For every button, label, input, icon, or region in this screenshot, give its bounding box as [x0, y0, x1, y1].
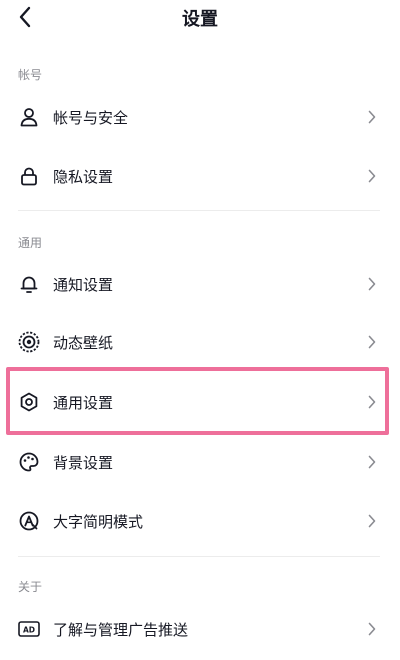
chevron-right-icon — [366, 454, 378, 470]
settings-item-live-wallpaper[interactable]: 动态壁纸 — [0, 313, 400, 371]
chevron-right-icon — [366, 394, 378, 410]
settings-item-label: 通知设置 — [53, 275, 114, 294]
chevron-right-icon — [366, 513, 378, 529]
settings-item-privacy[interactable]: 隐私设置 — [0, 147, 400, 205]
bell-icon — [18, 273, 40, 295]
chevron-right-icon — [366, 109, 378, 125]
palette-icon — [18, 451, 40, 473]
header: 设置 — [0, 0, 400, 34]
svg-text:AD: AD — [23, 625, 35, 634]
user-icon — [18, 106, 40, 128]
chevron-right-icon — [366, 334, 378, 350]
gear-icon — [18, 391, 40, 413]
settings-item-label: 了解与管理广告推送 — [53, 620, 189, 639]
settings-item-notification[interactable]: 通知设置 — [0, 255, 400, 313]
settings-item-background[interactable]: 背景设置 — [0, 433, 400, 491]
settings-item-big-font-mode[interactable]: 大字简明模式 — [0, 492, 400, 550]
settings-item-label: 动态壁纸 — [53, 333, 114, 352]
chevron-right-icon — [366, 621, 378, 637]
section-title-general: 通用 — [18, 236, 43, 250]
lock-icon — [18, 165, 40, 187]
settings-item-label: 背景设置 — [53, 453, 114, 472]
settings-item-ad-push[interactable]: AD 了解与管理广告推送 — [0, 600, 400, 658]
settings-item-label: 通用设置 — [53, 393, 114, 412]
chevron-right-icon — [366, 276, 378, 292]
settings-item-account-security[interactable]: 帐号与安全 — [0, 88, 400, 146]
section-divider — [18, 210, 380, 211]
settings-item-label: 大字简明模式 — [53, 512, 144, 531]
section-title-about: 关于 — [18, 580, 43, 594]
section-title-account: 帐号 — [18, 68, 43, 82]
settings-item-label: 帐号与安全 — [53, 108, 129, 127]
wallpaper-icon — [18, 331, 40, 353]
font-a-icon — [18, 510, 40, 532]
settings-item-label: 隐私设置 — [53, 167, 114, 186]
chevron-right-icon — [366, 168, 378, 184]
section-divider — [18, 556, 380, 557]
ad-icon: AD — [18, 618, 40, 640]
settings-page: 设置 帐号 帐号与安全 隐私设置 通用 通知设置 动态壁纸 通用设置 背景设置 … — [0, 0, 400, 660]
page-title: 设置 — [182, 9, 218, 30]
settings-item-general-settings[interactable]: 通用设置 — [0, 373, 400, 431]
